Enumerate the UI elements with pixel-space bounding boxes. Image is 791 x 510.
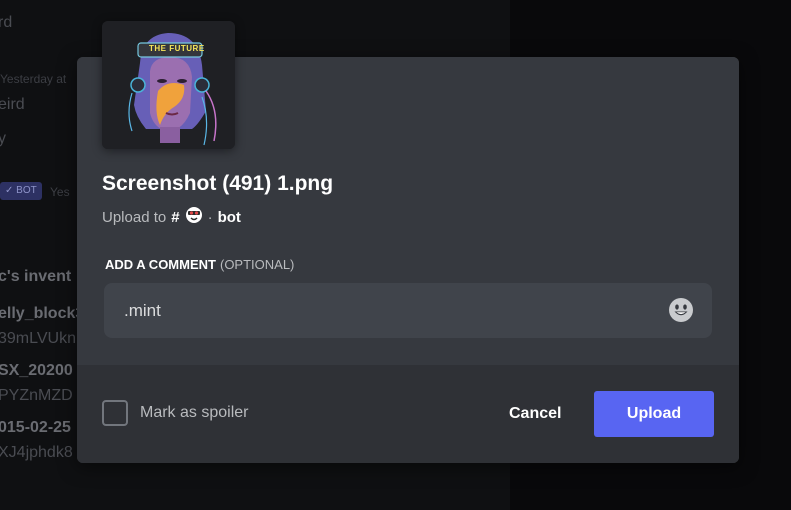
emoji-picker-icon[interactable] <box>668 297 694 323</box>
bot-badge: ✓ BOT <box>0 182 42 200</box>
upload-button[interactable]: Upload <box>594 391 714 437</box>
bg-timestamp: Yes <box>50 185 70 199</box>
comment-optional-text: (OPTIONAL) <box>219 257 295 272</box>
comment-box <box>104 283 712 338</box>
bg-text: eird <box>0 96 25 113</box>
bg-text: 39mLVUkn <box>0 330 76 347</box>
bg-text: elly_block3 <box>0 305 85 322</box>
bg-text: PYZnMZD <box>0 387 73 404</box>
upload-to-label: Upload to <box>102 208 167 226</box>
channel-separator: · <box>207 208 213 226</box>
spoiler-label: Mark as spoiler <box>140 404 249 421</box>
channel-emoji-icon <box>185 206 203 228</box>
upload-destination: Upload to # · bot <box>102 206 241 228</box>
bg-text: c's invent <box>0 268 72 285</box>
bg-text: rd <box>0 14 13 31</box>
bg-text: XJ4jphdk8 <box>0 444 73 461</box>
bg-text: SX_20200 <box>0 362 73 379</box>
bg-text: y <box>0 130 6 147</box>
bg-timestamp: Yesterday at <box>0 72 67 86</box>
comment-label: ADD A COMMENT (OPTIONAL) <box>105 257 294 272</box>
comment-label-text: ADD A COMMENT <box>105 257 216 272</box>
cancel-button[interactable]: Cancel <box>503 391 565 437</box>
app-stage: rd Yesterday at eird y ✓ BOT Yes c's inv… <box>0 0 791 510</box>
thumbnail-caption: THE FUTURE <box>149 44 205 53</box>
file-thumbnail: THE FUTURE <box>102 21 235 149</box>
channel-name: bot <box>217 208 241 226</box>
comment-input[interactable] <box>124 283 664 338</box>
spoiler-checkbox[interactable] <box>102 400 128 426</box>
file-name: Screenshot (491) 1.png <box>102 172 334 195</box>
channel-hash: # <box>171 208 180 226</box>
thumbnail-image <box>102 21 235 149</box>
spoiler-option[interactable]: Mark as spoiler <box>102 400 248 426</box>
bg-text: 015-02-25 <box>0 419 71 436</box>
